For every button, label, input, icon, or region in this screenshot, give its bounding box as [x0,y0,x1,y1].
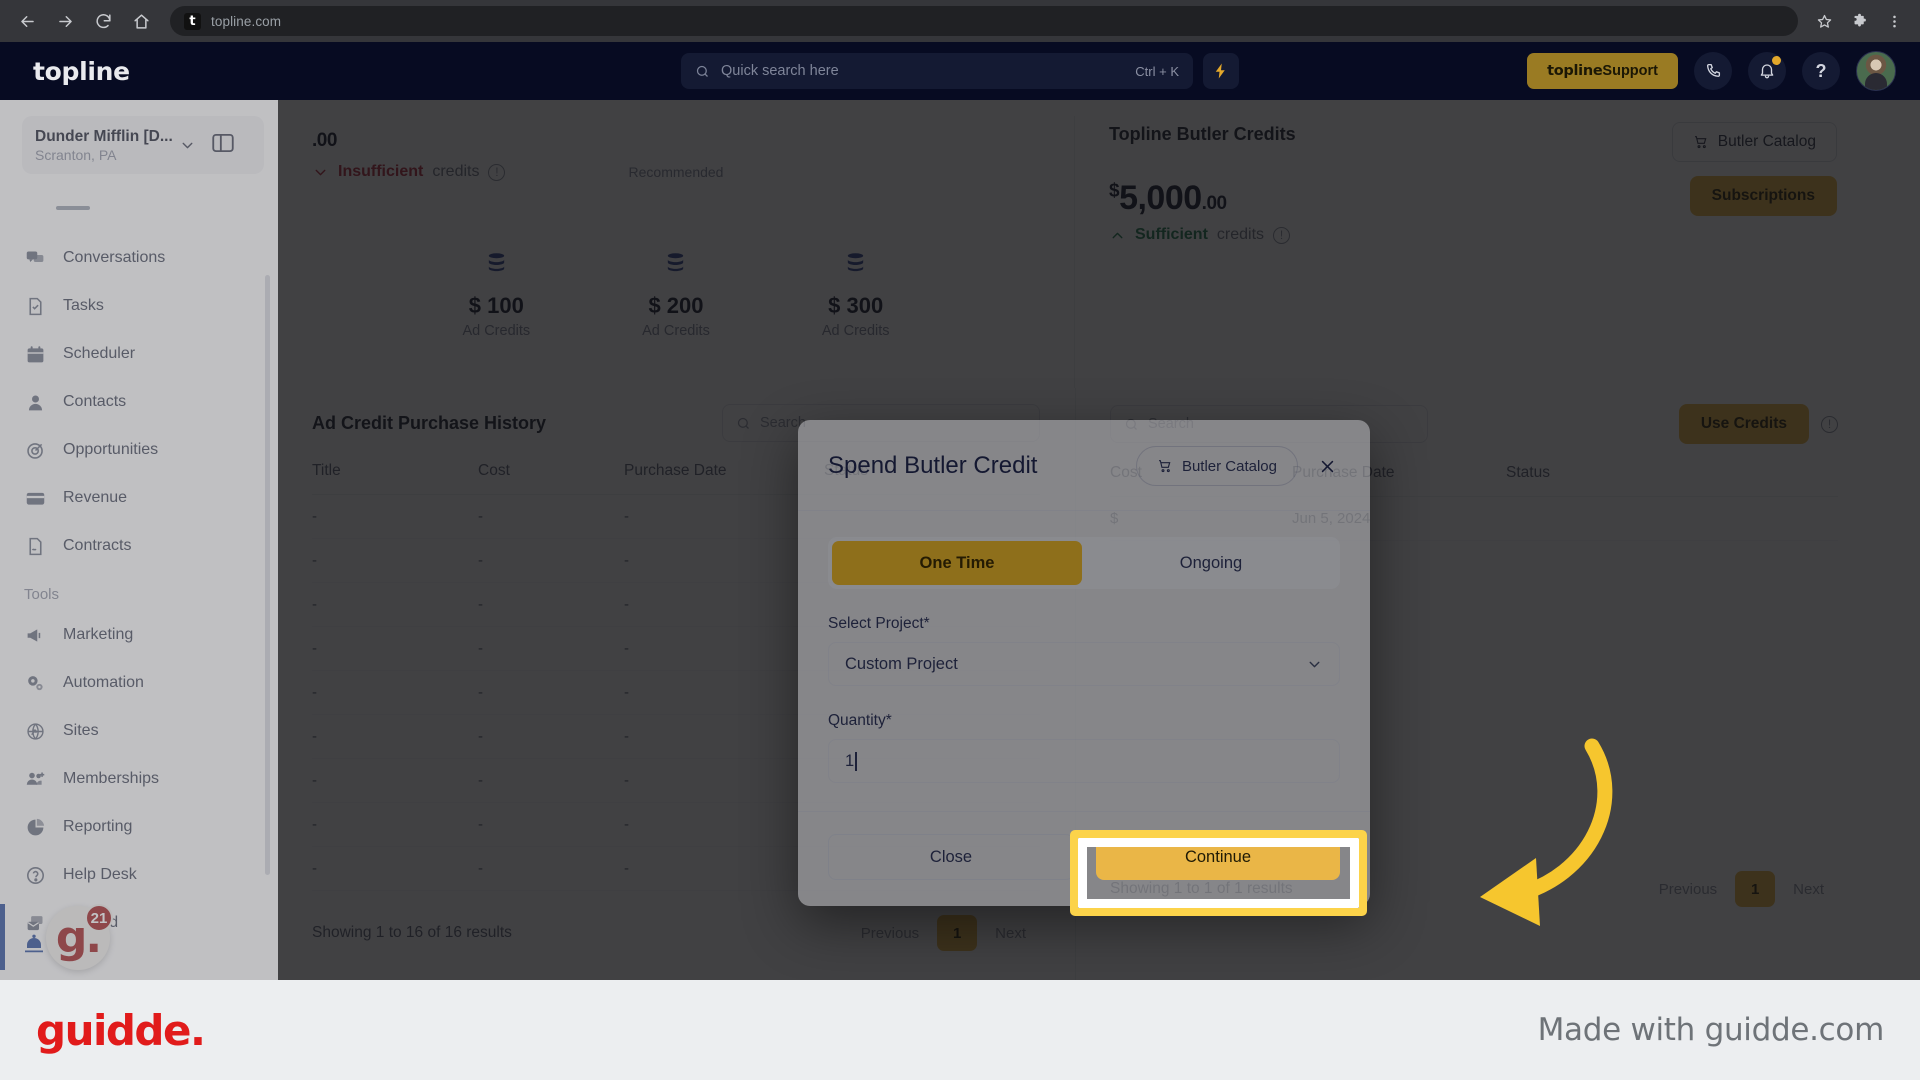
site-favicon-icon: t [184,12,201,30]
forward-arrow-icon [58,15,72,27]
phone-icon [1707,63,1721,77]
phone-button[interactable] [1694,52,1732,90]
notification-badge-dot [1772,56,1781,65]
user-avatar[interactable] [1856,51,1896,91]
notifications-button[interactable] [1748,52,1786,90]
back-button[interactable] [10,4,44,38]
bookmark-star-icon[interactable] [1808,5,1840,37]
browser-actions [1808,5,1910,37]
select-project-dropdown[interactable]: Custom Project [828,642,1340,686]
sidebar-dim-overlay [0,100,278,980]
quick-search-input[interactable]: Quick search here Ctrl + K [681,53,1193,89]
topline-support-button[interactable]: topline Support [1527,53,1678,89]
app-shell: Dunder Mifflin [D... Scranton, PA Conver… [0,100,1920,986]
select-project-value: Custom Project [845,654,958,673]
modal-body: One Time Ongoing Select Project* Custom … [798,510,1370,811]
browser-toolbar: t topline.com [0,0,1920,42]
home-button[interactable] [124,4,158,38]
notification-bell-icon [1760,64,1774,79]
quantity-input[interactable]: 1 [828,739,1340,783]
extensions-puzzle-icon[interactable] [1843,5,1875,37]
guidde-footer-tagline: Made with guidde.com [1537,1012,1885,1048]
text-cursor [855,751,857,771]
help-button[interactable]: ? [1802,52,1840,90]
header-search-group: Quick search here Ctrl + K [681,53,1239,89]
three-dot-menu-icon[interactable] [1878,5,1910,37]
header-actions: topline Support ? [1527,51,1896,91]
home-icon [133,13,149,29]
modal-catalog-label: Butler Catalog [1181,457,1277,475]
address-bar[interactable]: t topline.com [170,6,1798,36]
quick-actions-button[interactable] [1203,53,1239,89]
guidde-footer: guidde. Made with guidde.com [0,980,1920,1080]
guidde-footer-logo: guidde. [36,1005,206,1055]
modal-title: Spend Butler Credit [828,452,1038,479]
forward-button[interactable] [48,4,82,38]
help-question-icon: ? [1815,60,1827,81]
modal-close-button[interactable] [1314,453,1340,479]
continue-button-wrapper: Continue [1096,834,1340,880]
quick-search-shortcut: Ctrl + K [1135,63,1179,79]
modal-footer: Close Continue [798,811,1370,906]
support-label-text: Support [1602,63,1658,79]
modal-close-action-button[interactable]: Close [828,834,1074,880]
tab-ongoing[interactable]: Ongoing [1086,541,1336,585]
address-bar-url: topline.com [211,13,282,29]
continue-button[interactable]: Continue [1096,834,1340,880]
shopping-cart-icon [1158,460,1171,473]
lightning-bolt-icon [1215,63,1225,79]
search-icon [696,65,708,77]
support-brand-text: topline [1547,63,1603,79]
back-arrow-icon [20,15,34,27]
close-x-icon [1321,460,1333,472]
screenshot-root: t topline.com topline Quick search here … [0,0,1920,1080]
quick-search-placeholder: Quick search here [721,63,839,79]
reload-icon [95,13,111,28]
spend-butler-credit-modal: Spend Butler Credit Butler Catalog One T… [798,420,1370,906]
frequency-tabs: One Time Ongoing [828,537,1340,589]
reload-button[interactable] [86,4,120,38]
chevron-down-icon [1309,661,1320,667]
tab-one-time[interactable]: One Time [832,541,1082,585]
curved-arrow-pointer [1480,738,1613,926]
quantity-label: Quantity* [828,712,892,729]
quantity-value: 1 [845,751,855,770]
modal-butler-catalog-button[interactable]: Butler Catalog [1135,446,1298,486]
app-logo[interactable]: topline [33,57,130,86]
select-project-label: Select Project* [828,615,930,632]
modal-header: Spend Butler Credit Butler Catalog [798,420,1370,510]
app-header: topline Quick search here Ctrl + K topli… [0,42,1920,100]
